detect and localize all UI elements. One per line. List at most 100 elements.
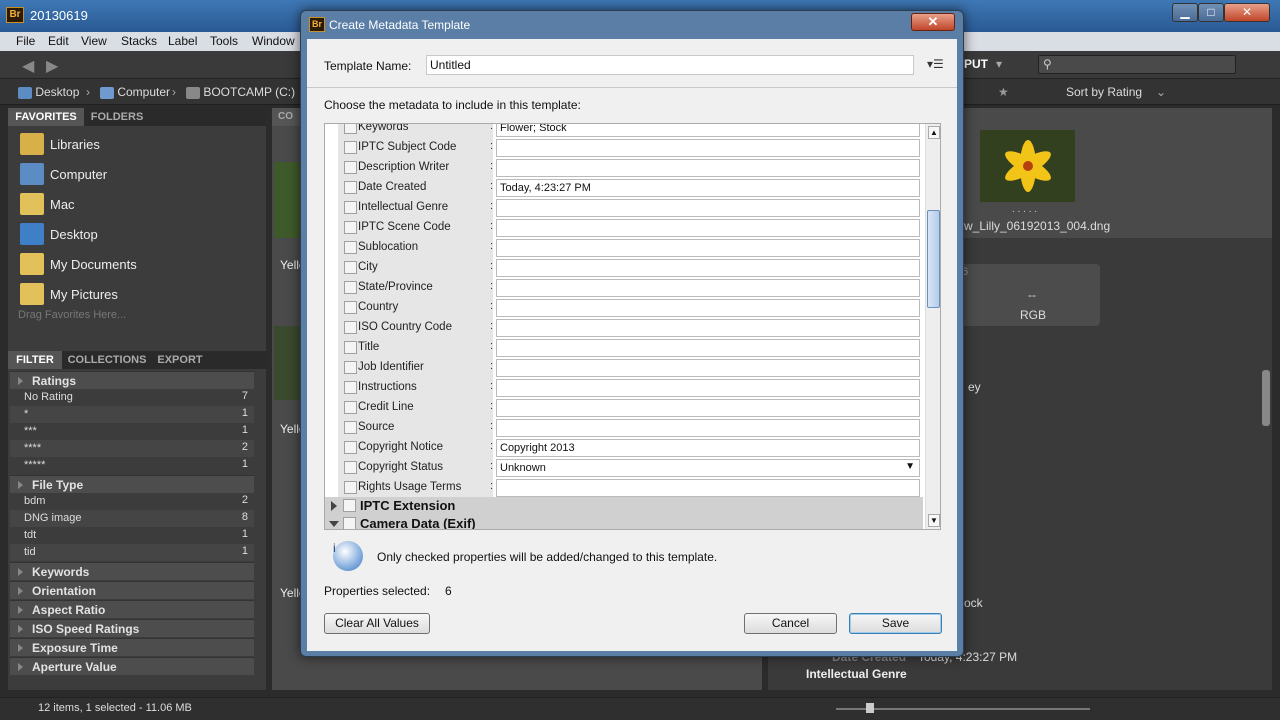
section-camera-data[interactable]: Camera Data (Exif) xyxy=(325,515,923,529)
exposure-time-section[interactable]: Exposure Time xyxy=(10,638,254,656)
row-value-input[interactable] xyxy=(496,279,920,297)
menu-window[interactable]: Window xyxy=(252,34,295,48)
menu-view[interactable]: View xyxy=(81,34,107,48)
filter-row[interactable]: tid 1 xyxy=(10,544,254,561)
row-checkbox[interactable] xyxy=(344,261,357,274)
row-checkbox[interactable] xyxy=(344,381,357,394)
row-checkbox[interactable] xyxy=(344,361,357,374)
maximize-button[interactable]: □ xyxy=(1198,3,1224,22)
star-filter-icon[interactable]: ★ xyxy=(998,85,1009,99)
tab-export[interactable]: EXPORT xyxy=(152,351,208,369)
file-type-section[interactable]: File Type xyxy=(10,475,254,493)
triangle-right-icon[interactable] xyxy=(331,501,337,511)
row-value-input[interactable] xyxy=(496,399,920,417)
favorite-desktop[interactable]: Desktop xyxy=(18,220,258,250)
metadata-row[interactable]: IPTC Subject Code: xyxy=(325,138,923,158)
metadata-row[interactable]: Copyright Status: Unknown ▼ xyxy=(325,458,923,478)
scroll-down-arrow-icon[interactable]: ▼ xyxy=(928,514,940,527)
scroll-up-arrow-icon[interactable]: ▲ xyxy=(928,126,940,139)
row-checkbox[interactable] xyxy=(344,461,357,474)
save-button[interactable]: Save xyxy=(849,613,942,634)
filter-row[interactable]: tdt 1 xyxy=(10,527,254,544)
row-checkbox[interactable] xyxy=(344,401,357,414)
row-checkbox[interactable] xyxy=(344,341,357,354)
metadata-row[interactable]: Source: xyxy=(325,418,923,438)
thumbnail[interactable] xyxy=(274,326,300,400)
metadata-row[interactable]: Title: xyxy=(325,338,923,358)
favorite-my-documents[interactable]: My Documents xyxy=(18,250,258,280)
row-value-input[interactable]: Copyright 2013 xyxy=(496,439,920,457)
row-value-input[interactable] xyxy=(496,359,920,377)
filter-row[interactable]: bdm 2 xyxy=(10,493,254,510)
scrollbar-thumb[interactable] xyxy=(1262,370,1270,426)
favorite-libraries[interactable]: Libraries xyxy=(18,130,258,160)
ratings-section[interactable]: Ratings xyxy=(10,371,254,389)
tab-favorites[interactable]: FAVORITES xyxy=(8,108,84,126)
row-checkbox[interactable] xyxy=(344,161,357,174)
metadata-row[interactable]: Rights Usage Terms: xyxy=(325,478,923,498)
template-menu-icon[interactable]: ▾☰ xyxy=(927,57,944,71)
filter-row[interactable]: No Rating 7 xyxy=(10,389,254,406)
minimize-button[interactable]: ▁ xyxy=(1172,3,1198,22)
metadata-row[interactable]: Date Created: Today, 4:23:27 PM xyxy=(325,178,923,198)
metadata-scrollbar[interactable]: ▲ ▼ xyxy=(925,124,940,529)
thumbnail[interactable] xyxy=(274,162,300,238)
row-value-input[interactable] xyxy=(496,239,920,257)
row-value-input[interactable] xyxy=(496,319,920,337)
row-checkbox[interactable] xyxy=(344,481,357,494)
metadata-row[interactable]: Keywords: Flower; Stock xyxy=(325,124,923,138)
row-checkbox[interactable] xyxy=(344,301,357,314)
metadata-row[interactable]: Credit Line: xyxy=(325,398,923,418)
row-value-input[interactable] xyxy=(496,139,920,157)
keywords-section[interactable]: Keywords xyxy=(10,562,254,580)
metadata-row[interactable]: Instructions: xyxy=(325,378,923,398)
row-value-input[interactable] xyxy=(496,299,920,317)
row-value-input[interactable] xyxy=(496,479,920,497)
row-value-input[interactable]: Flower; Stock xyxy=(496,124,920,137)
row-checkbox[interactable] xyxy=(344,141,357,154)
aperture-value-section[interactable]: Aperture Value xyxy=(10,657,254,675)
slider-handle[interactable] xyxy=(866,703,874,713)
template-name-input[interactable]: Untitled xyxy=(426,55,914,75)
metadata-row[interactable]: State/Province: xyxy=(325,278,923,298)
copyright-status-select[interactable]: Unknown ▼ xyxy=(496,459,920,477)
filter-row[interactable]: ***** 1 xyxy=(10,457,254,474)
row-value-input[interactable] xyxy=(496,219,920,237)
triangle-down-icon[interactable] xyxy=(329,521,339,527)
metadata-row[interactable]: Job Identifier: xyxy=(325,358,923,378)
menu-stacks[interactable]: Stacks xyxy=(121,34,157,48)
metadata-row[interactable]: Copyright Notice: Copyright 2013 xyxy=(325,438,923,458)
scroll-thumb[interactable] xyxy=(927,210,940,308)
tab-folders[interactable]: FOLDERS xyxy=(86,108,148,126)
close-window-button[interactable]: ✕ xyxy=(1224,3,1270,22)
row-value-input[interactable] xyxy=(496,419,920,437)
row-value-input[interactable] xyxy=(496,199,920,217)
metadata-row[interactable]: IPTC Scene Code: xyxy=(325,218,923,238)
menu-label[interactable]: Label xyxy=(168,34,197,48)
favorite-mac[interactable]: Mac xyxy=(18,190,258,220)
menu-edit[interactable]: Edit xyxy=(48,34,69,48)
filter-row[interactable]: *** 1 xyxy=(10,423,254,440)
search-input[interactable]: ⚲ xyxy=(1038,55,1236,74)
row-checkbox[interactable] xyxy=(344,221,357,234)
metadata-row[interactable]: Intellectual Genre: xyxy=(325,198,923,218)
row-value-input[interactable] xyxy=(496,379,920,397)
path-bootcamp[interactable]: BOOTCAMP (C:) xyxy=(186,85,295,99)
section-checkbox[interactable] xyxy=(343,517,356,529)
metadata-row[interactable]: City: xyxy=(325,258,923,278)
aspect-ratio-section[interactable]: Aspect Ratio xyxy=(10,600,254,618)
sort-by-rating[interactable]: Sort by Rating xyxy=(1066,85,1142,99)
favorite-my-pictures[interactable]: My Pictures xyxy=(18,280,258,310)
preview-thumbnail[interactable] xyxy=(980,130,1075,202)
section-iptc-extension[interactable]: IPTC Extension xyxy=(325,497,923,515)
filter-row[interactable]: **** 2 xyxy=(10,440,254,457)
chevron-down-icon[interactable]: ▾ xyxy=(996,57,1002,71)
row-checkbox[interactable] xyxy=(344,181,357,194)
back-arrow-icon[interactable]: ◀ xyxy=(22,56,34,76)
favorite-computer[interactable]: Computer xyxy=(18,160,258,190)
row-checkbox[interactable] xyxy=(344,441,357,454)
tab-collections[interactable]: COLLECTIONS xyxy=(64,351,150,369)
row-checkbox[interactable] xyxy=(344,241,357,254)
row-value-input[interactable] xyxy=(496,259,920,277)
path-desktop[interactable]: Desktop xyxy=(18,85,79,99)
